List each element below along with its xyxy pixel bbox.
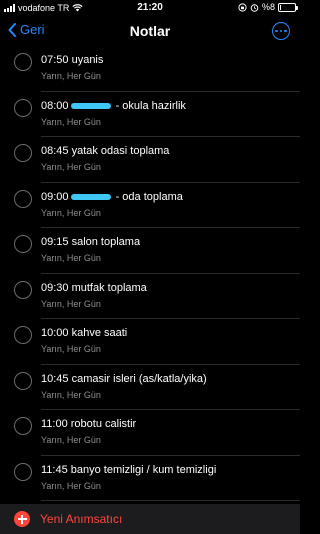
reminder-item[interactable]: 10:45 camasir isleri (as/katla/yika) Yarı…	[0, 365, 300, 410]
battery-level	[280, 4, 282, 10]
complete-checkbox[interactable]	[14, 144, 32, 162]
complete-checkbox[interactable]	[14, 189, 32, 208]
reminder-title-time: 09:00	[41, 190, 69, 203]
reminder-subtitle: Yarın, Her Gün	[41, 344, 101, 354]
battery-icon	[278, 2, 298, 12]
reminder-item[interactable]: 09:30 mutfak toplama Yarın, Her Gün	[0, 274, 300, 319]
battery-percent: %8	[261, 2, 275, 12]
reminder-item[interactable]: 07:50 uyanis Yarın, Her Gün	[0, 46, 300, 92]
complete-checkbox[interactable]	[14, 417, 32, 435]
complete-checkbox[interactable]	[14, 326, 32, 344]
complete-checkbox[interactable]	[14, 371, 32, 390]
reminder-title-text: - okula hazirlik	[112, 99, 186, 112]
reminder-title[interactable]: 09:15 salon toplama	[41, 236, 140, 248]
reminder-item[interactable]: 08:45 yatak odasi toplama Yarın, Her Gün	[0, 137, 300, 183]
reminders-screen: vodafone TR 21:20 %8 Geri Notlar 07:50 u…	[0, 0, 300, 534]
reminder-title[interactable]: 11:45 banyo temizligi / kum temizligi	[41, 464, 216, 476]
page-title: Notlar	[129, 23, 171, 39]
redaction-mark	[70, 193, 111, 200]
reminder-title[interactable]: 10:00 kahve saati	[41, 327, 127, 339]
ellipsis-circle-icon[interactable]	[272, 22, 290, 40]
complete-checkbox[interactable]	[14, 98, 32, 117]
orientation-lock-icon	[238, 2, 247, 12]
reminder-title-time: 08:00	[41, 99, 69, 112]
reminder-item[interactable]: 11:45 banyo temizligi / kum temizligi Yar…	[0, 456, 300, 501]
reminder-subtitle: Yarın, Her Gün	[41, 480, 101, 491]
reminder-item[interactable]: 10:00 kahve saati Yarın, Her Gün	[0, 319, 300, 365]
new-reminder-label: Yeni Anımsatıcı	[40, 512, 123, 526]
reminder-list: 07:50 uyanis Yarın, Her Gün 08:00 - okula …	[0, 46, 300, 501]
reminder-title[interactable]: 10:45 camasir isleri (as/katla/yika)	[41, 373, 207, 385]
status-bar: vodafone TR 21:20 %8	[0, 0, 300, 16]
complete-checkbox[interactable]	[14, 235, 32, 253]
reminder-item[interactable]: 09:15 salon toplama Yarın, Her Gün	[0, 228, 300, 274]
reminder-title[interactable]: 11:00 robotu calistir	[41, 418, 136, 430]
reminder-subtitle: Yarın, Her Gün	[41, 71, 101, 81]
reminder-title[interactable]: 08:45 yatak odasi toplama	[41, 145, 169, 157]
reminder-subtitle: Yarın, Her Gün	[41, 298, 101, 309]
complete-checkbox[interactable]	[14, 53, 32, 71]
plus-circle-icon	[14, 511, 30, 527]
reminder-subtitle: Yarın, Her Gün	[41, 207, 101, 218]
reminder-item[interactable]: 11:00 robotu calistir Yarın, Her Gün	[0, 410, 300, 456]
reminder-subtitle: Yarın, Her Gün	[41, 389, 101, 400]
complete-checkbox[interactable]	[14, 462, 32, 481]
bottom-toolbar: Yeni Anımsatıcı	[0, 504, 300, 534]
navigation-bar: Geri Notlar	[0, 16, 300, 46]
status-right: %8	[238, 2, 298, 12]
alarm-icon	[250, 3, 259, 12]
new-reminder-button[interactable]: Yeni Anımsatıcı	[14, 511, 122, 527]
divider	[41, 500, 300, 501]
redaction-mark	[70, 102, 111, 109]
reminder-title[interactable]: 09:30 mutfak toplama	[41, 282, 147, 294]
complete-checkbox[interactable]	[14, 280, 32, 299]
reminder-title[interactable]: 07:50 uyanis	[41, 54, 103, 66]
reminder-title-text: - oda toplama	[112, 190, 183, 203]
reminder-title[interactable]: 09:00 - oda toplama	[41, 191, 183, 203]
reminder-item[interactable]: 08:00 - okula hazirlik Yarın, Her Gün	[0, 92, 300, 137]
reminder-subtitle: Yarın, Her Gün	[41, 162, 101, 172]
reminder-subtitle: Yarın, Her Gün	[41, 435, 101, 445]
reminder-item[interactable]: 09:00 - oda toplama Yarın, Her Gün	[0, 183, 300, 228]
reminder-subtitle: Yarın, Her Gün	[41, 253, 101, 263]
reminder-subtitle: Yarın, Her Gün	[41, 116, 101, 127]
reminder-title[interactable]: 08:00 - okula hazirlik	[41, 100, 186, 112]
